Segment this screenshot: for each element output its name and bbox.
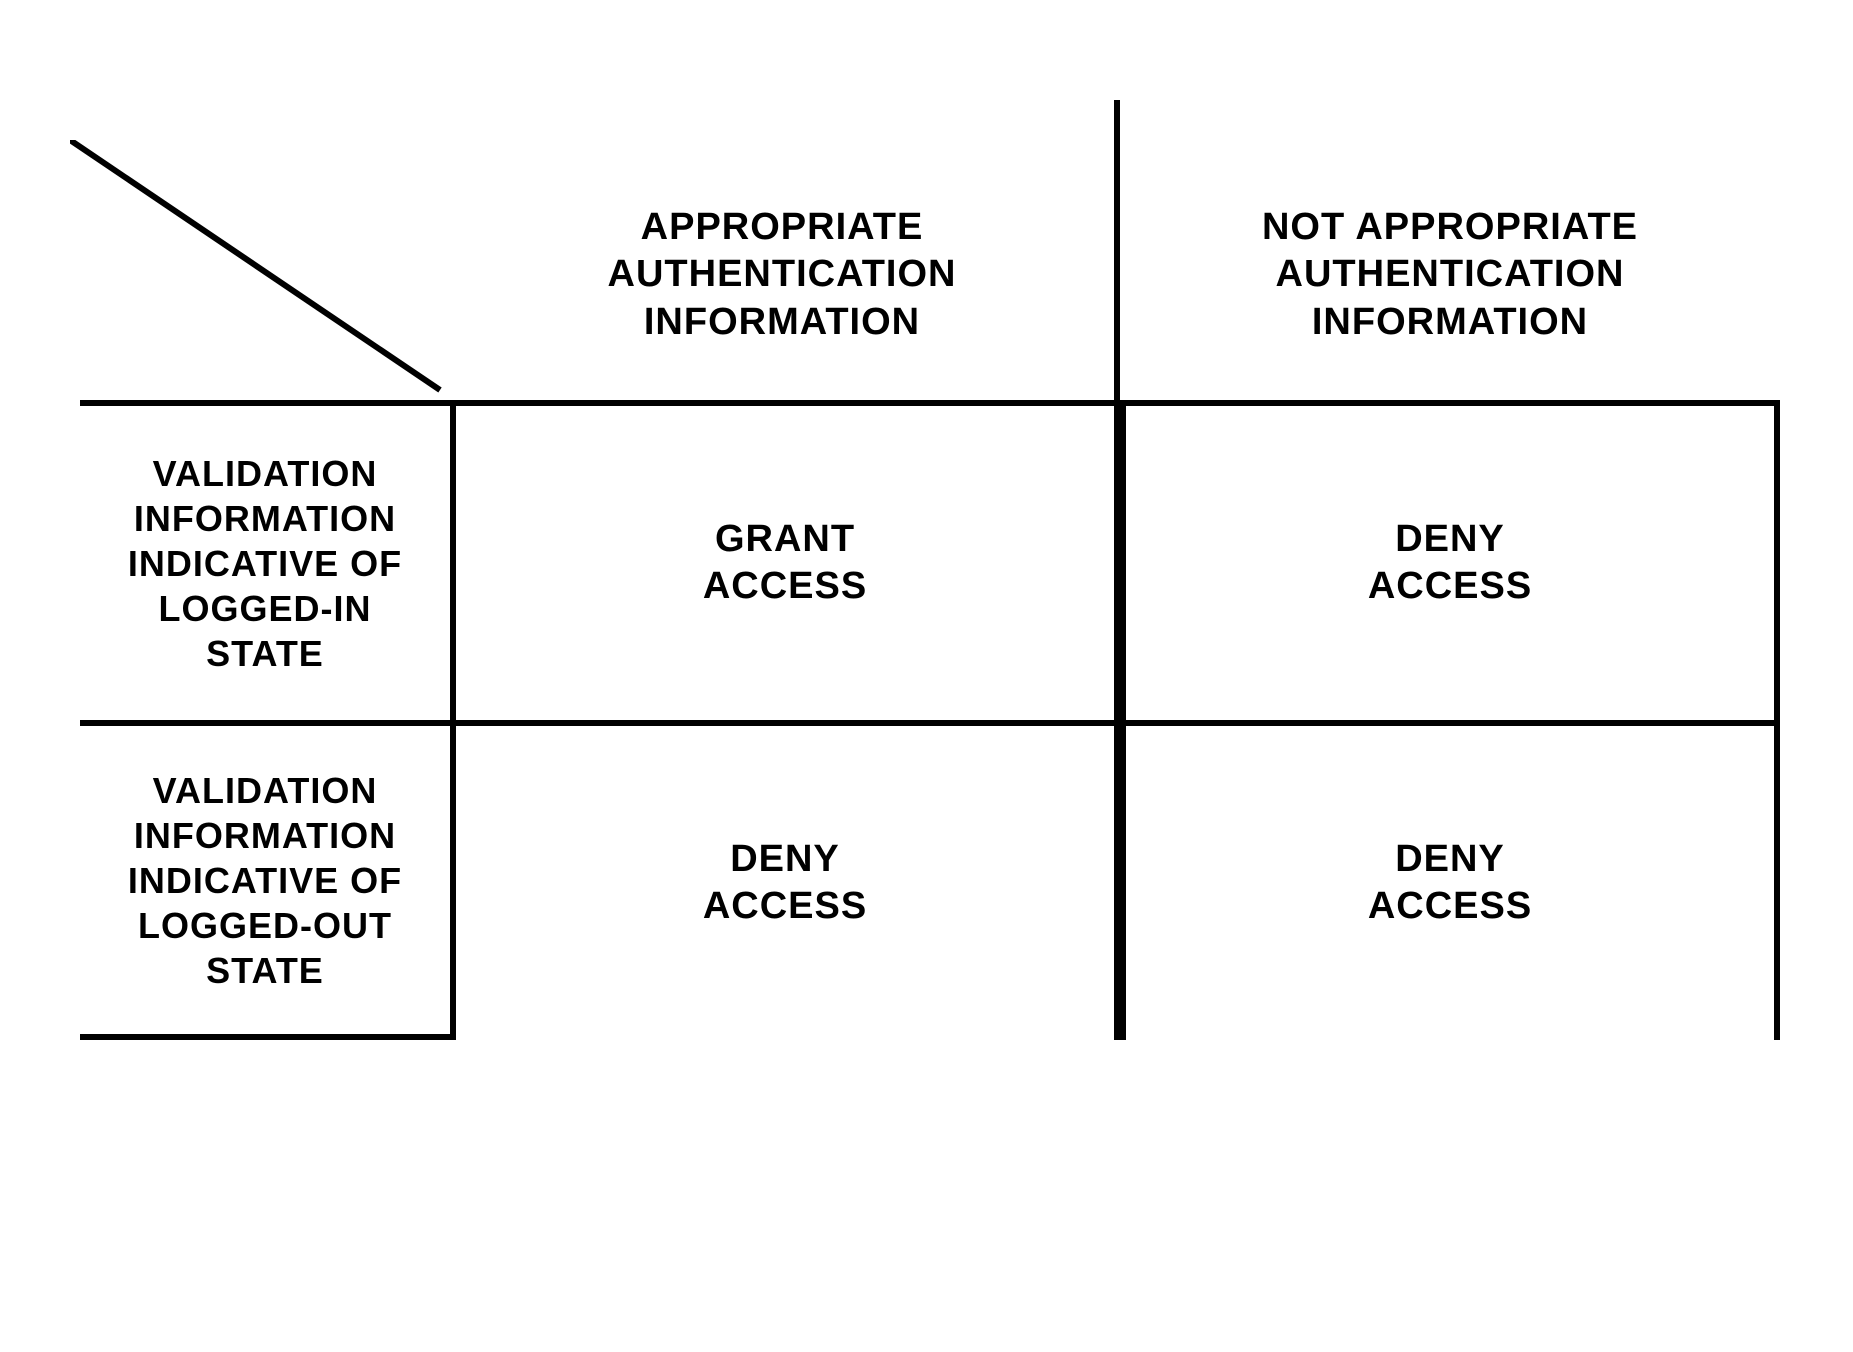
decision-matrix: APPROPRIATE AUTHENTICATION INFORMATION N… (80, 150, 1780, 1040)
cell-logged-out-not-appropriate: DENY ACCESS (1120, 720, 1780, 1040)
column-header-not-appropriate: NOT APPROPRIATE AUTHENTICATION INFORMATI… (1120, 150, 1780, 400)
cell-logged-in-appropriate: GRANT ACCESS (450, 400, 1120, 720)
diagonal-slash-icon (70, 140, 450, 400)
cell-logged-in-not-appropriate: DENY ACCESS (1120, 400, 1780, 720)
row-header-logged-in: VALIDATION INFORMATION INDICATIVE OF LOG… (80, 400, 450, 720)
cell-logged-out-appropriate: DENY ACCESS (450, 720, 1120, 1040)
matrix-grid: APPROPRIATE AUTHENTICATION INFORMATION N… (80, 150, 1780, 1040)
row-header-logged-out: VALIDATION INFORMATION INDICATIVE OF LOG… (80, 720, 450, 1040)
column-header-appropriate: APPROPRIATE AUTHENTICATION INFORMATION (450, 150, 1120, 400)
matrix-corner (80, 150, 450, 400)
